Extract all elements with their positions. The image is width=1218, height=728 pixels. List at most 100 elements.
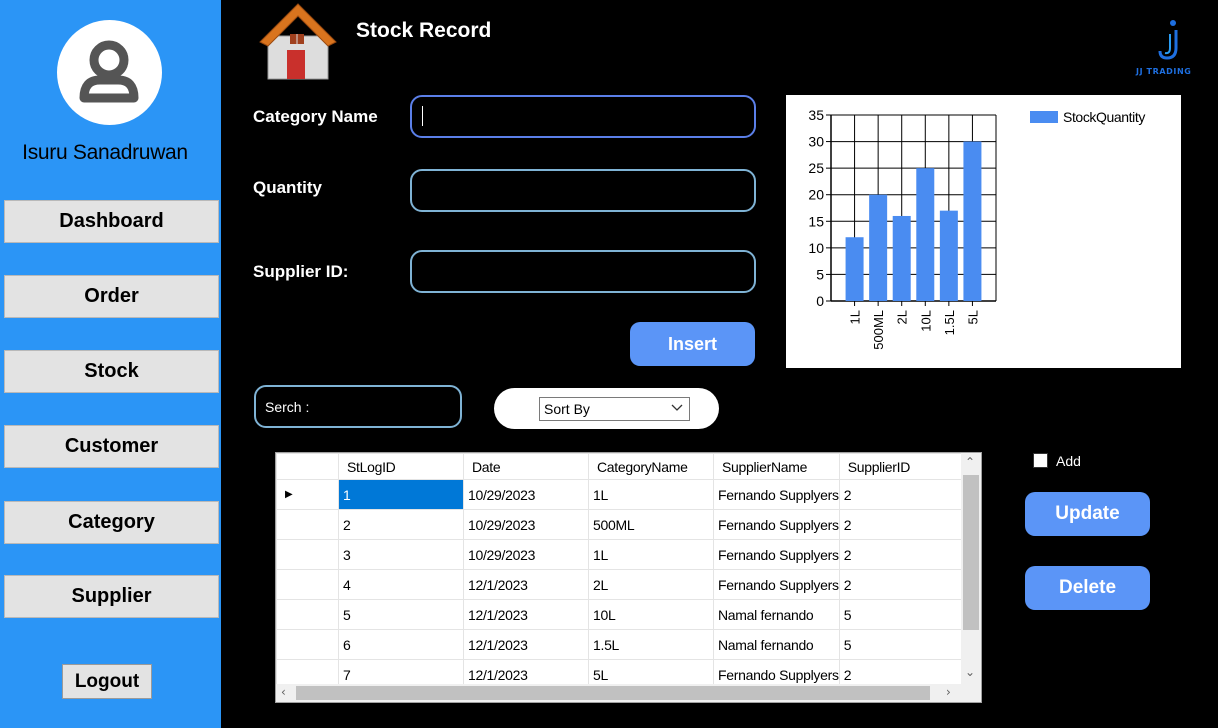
- supplier-id-input[interactable]: [410, 250, 756, 293]
- table-row[interactable]: 4 12/1/2023 2L Fernando Supplyers 2: [276, 569, 965, 600]
- column-header-date[interactable]: Date: [463, 453, 589, 480]
- quantity-label: Quantity: [253, 178, 322, 197]
- table-cell[interactable]: Fernando Supplyers: [713, 539, 840, 570]
- search-input[interactable]: Serch :: [254, 385, 462, 428]
- table-cell[interactable]: 10/29/2023: [463, 539, 589, 570]
- table-cell[interactable]: 3: [338, 539, 464, 570]
- vertical-scroll-thumb[interactable]: [963, 475, 979, 630]
- text-caret: [422, 106, 423, 126]
- table-cell[interactable]: 10/29/2023: [463, 509, 589, 540]
- column-header-categoryname[interactable]: CategoryName: [588, 453, 714, 480]
- scroll-left-icon[interactable]: ‹: [281, 685, 286, 699]
- brand-logo-icon: [1158, 20, 1178, 60]
- brand-text: JJ TRADING: [1136, 67, 1192, 76]
- chart-y-tick-label: 0: [816, 293, 824, 309]
- chart-bar: [869, 194, 888, 301]
- nav-stock-button[interactable]: Stock: [4, 350, 219, 393]
- table-row[interactable]: 6 12/1/2023 1.5L Namal fernando 5: [276, 629, 965, 660]
- sidebar: Isuru Sanadruwan Dashboard Order Stock C…: [0, 0, 221, 728]
- nav-customer-button[interactable]: Customer: [4, 425, 219, 468]
- table-cell[interactable]: 500ML: [588, 509, 714, 540]
- table-row[interactable]: 2 10/29/2023 500ML Fernando Supplyers 2: [276, 509, 965, 540]
- table-row[interactable]: ▶ 1 10/29/2023 1L Fernando Supplyers 2: [276, 479, 965, 510]
- brand-logo: JJ TRADING: [1136, 18, 1208, 78]
- table-cell[interactable]: 2: [838, 509, 965, 540]
- table-cell[interactable]: 2L: [588, 569, 714, 600]
- quantity-input[interactable]: [410, 169, 756, 212]
- horizontal-scroll-thumb[interactable]: [296, 686, 930, 700]
- sort-container: Sort By: [494, 388, 719, 429]
- row-header[interactable]: [276, 509, 339, 540]
- table-cell[interactable]: Fernando Supplyers: [713, 569, 840, 600]
- stock-log-grid[interactable]: StLogID Date CategoryName SupplierName S…: [275, 452, 982, 703]
- column-header-stlogid[interactable]: StLogID: [338, 453, 464, 480]
- table-cell[interactable]: 4: [338, 569, 464, 600]
- logout-button[interactable]: Logout: [62, 664, 152, 699]
- chart-x-tick-label: 2L: [895, 310, 910, 324]
- table-cell[interactable]: 2: [838, 569, 965, 600]
- table-row[interactable]: 5 12/1/2023 10L Namal fernando 5: [276, 599, 965, 630]
- page-title: Stock Record: [356, 19, 492, 42]
- grid-corner-header: [276, 453, 339, 480]
- table-cell[interactable]: Fernando Supplyers: [713, 479, 840, 510]
- table-cell[interactable]: 12/1/2023: [463, 569, 589, 600]
- table-cell[interactable]: 10/29/2023: [463, 479, 589, 510]
- stock-chart: 0 5 10 15 20 25 30 35 1L 500ML 2L 10L 1.5L 5L StockQua…: [786, 95, 1181, 368]
- table-cell[interactable]: 5: [838, 599, 965, 630]
- update-button[interactable]: Update: [1025, 492, 1150, 536]
- insert-button[interactable]: Insert: [630, 322, 755, 366]
- chart-x-tick-label: 1L: [848, 310, 863, 324]
- nav-order-button[interactable]: Order: [4, 275, 219, 318]
- stock-chart-svg: 0 5 10 15 20 25 30 35 1L 500ML 2L 10L 1.5L 5L StockQua…: [808, 107, 1145, 350]
- chart-y-tick-label: 25: [808, 160, 824, 176]
- chart-bar: [845, 237, 864, 301]
- nav-dashboard-button[interactable]: Dashboard: [4, 200, 219, 243]
- chevron-down-icon: [671, 404, 683, 411]
- category-name-label: Category Name: [253, 107, 378, 126]
- vertical-scrollbar[interactable]: ⌃ ⌄: [961, 453, 981, 685]
- table-cell[interactable]: 1: [338, 479, 464, 510]
- table-cell[interactable]: 1.5L: [588, 629, 714, 660]
- table-cell[interactable]: Fernando Supplyers: [713, 509, 840, 540]
- horizontal-scrollbar[interactable]: ‹ ›: [276, 684, 981, 702]
- table-cell[interactable]: 2: [838, 479, 965, 510]
- chart-x-tick-label: 5L: [965, 310, 980, 324]
- home-icon: [259, 3, 337, 80]
- chart-y-tick-label: 15: [808, 213, 824, 229]
- nav-category-button[interactable]: Category: [4, 501, 219, 544]
- grid-header-row: StLogID Date CategoryName SupplierName S…: [276, 453, 965, 480]
- row-header[interactable]: [276, 599, 339, 630]
- column-header-suppliername[interactable]: SupplierName: [713, 453, 840, 480]
- chart-bar: [916, 168, 935, 301]
- table-cell[interactable]: 6: [338, 629, 464, 660]
- table-cell[interactable]: 2: [338, 509, 464, 540]
- add-checkbox[interactable]: [1033, 453, 1048, 468]
- row-header[interactable]: [276, 569, 339, 600]
- table-cell[interactable]: Namal fernando: [713, 599, 840, 630]
- table-row[interactable]: 3 10/29/2023 1L Fernando Supplyers 2: [276, 539, 965, 570]
- sort-by-select[interactable]: Sort By: [539, 397, 690, 421]
- table-cell[interactable]: 5: [338, 599, 464, 630]
- table-cell[interactable]: Namal fernando: [713, 629, 840, 660]
- column-header-supplierid[interactable]: SupplierID: [838, 453, 965, 480]
- table-cell[interactable]: 1L: [588, 539, 714, 570]
- nav-supplier-button[interactable]: Supplier: [4, 575, 219, 618]
- table-cell[interactable]: 12/1/2023: [463, 629, 589, 660]
- scroll-right-icon[interactable]: ›: [946, 685, 951, 699]
- delete-button[interactable]: Delete: [1025, 566, 1150, 610]
- table-cell[interactable]: 1L: [588, 479, 714, 510]
- table-cell[interactable]: 2: [838, 539, 965, 570]
- scroll-down-icon[interactable]: ⌄: [965, 665, 975, 679]
- row-header[interactable]: [276, 539, 339, 570]
- stock-log-table: StLogID Date CategoryName SupplierName S…: [276, 453, 965, 690]
- table-cell[interactable]: 12/1/2023: [463, 599, 589, 630]
- category-name-input[interactable]: [410, 95, 756, 138]
- scroll-up-icon[interactable]: ⌃: [965, 455, 975, 469]
- row-header[interactable]: [276, 629, 339, 660]
- table-cell[interactable]: 5: [838, 629, 965, 660]
- chart-bar: [892, 215, 911, 301]
- row-header[interactable]: ▶: [276, 479, 339, 510]
- chart-legend-label: StockQuantity: [1063, 109, 1145, 125]
- chart-x-tick-label: 10L: [918, 310, 933, 332]
- table-cell[interactable]: 10L: [588, 599, 714, 630]
